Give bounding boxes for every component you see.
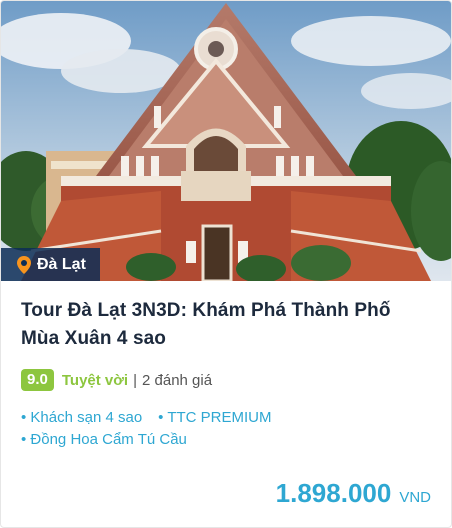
location-name: Đà Lạt	[37, 255, 86, 273]
review-count: 2 đánh giá	[142, 371, 213, 389]
feature-item: • Khách sạn 4 sao	[21, 409, 143, 426]
feature-item: • Đồng Hoa Cẩm Tú Cầu	[21, 431, 187, 448]
feature-item: • TTC PREMIUM	[158, 409, 272, 426]
tour-card[interactable]: Đà Lạt Tour Đà Lạt 3N3D: Khám Phá Thành …	[0, 0, 452, 528]
location-badge: Đà Lạt	[1, 248, 100, 281]
tour-price: 1.898.000	[275, 478, 392, 508]
tour-title[interactable]: Tour Đà Lạt 3N3D: Khám Phá Thành Phố Mùa…	[21, 297, 431, 353]
map-pin-icon	[17, 255, 31, 274]
tour-image[interactable]: Đà Lạt	[1, 1, 451, 281]
rating-score: 9.0	[21, 369, 54, 391]
price-currency: VND	[399, 489, 431, 506]
church-photo	[1, 1, 451, 281]
rating-row: 9.0 Tuyệt vời | 2 đánh giá	[21, 369, 431, 391]
rating-label: Tuyệt vời	[61, 371, 129, 389]
feature-list: • Khách sạn 4 sao • TTC PREMIUM • Đồng H…	[21, 407, 351, 451]
rating-separator: |	[133, 371, 137, 389]
price-row: 1.898.000 VND	[276, 478, 431, 509]
